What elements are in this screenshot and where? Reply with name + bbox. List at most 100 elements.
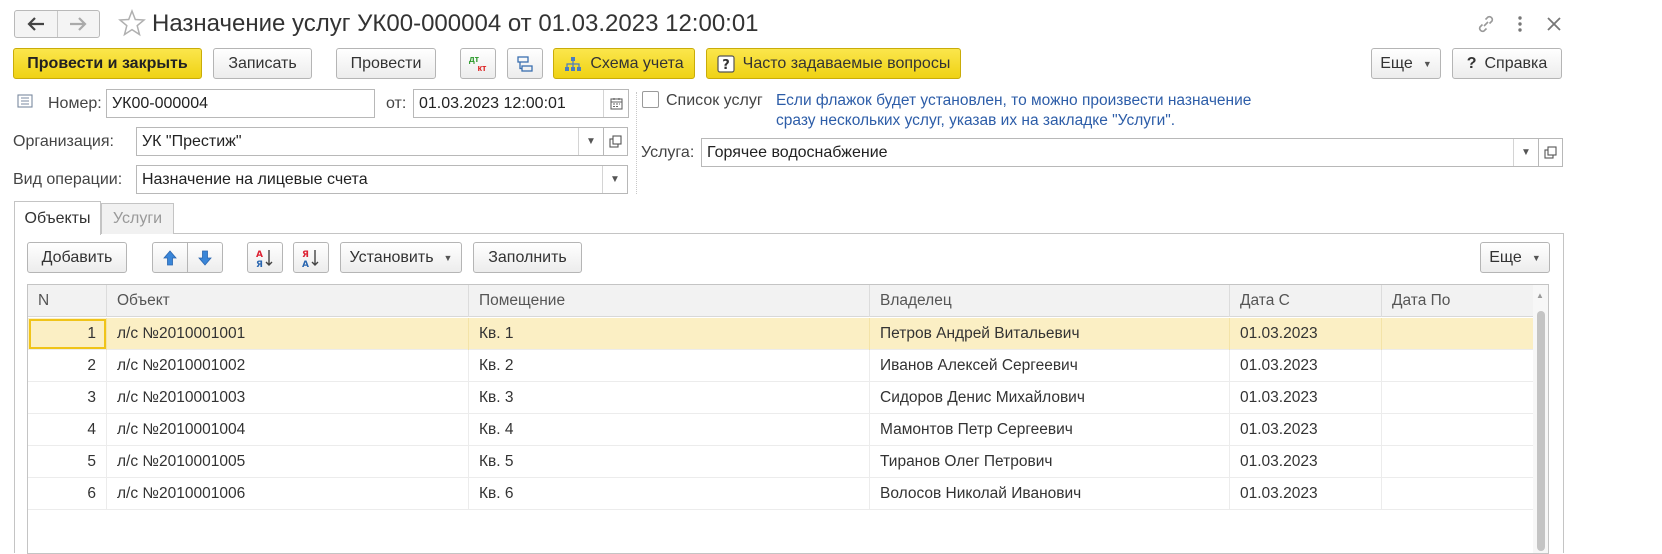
- cell-object[interactable]: л/с №2010001002: [107, 350, 469, 382]
- cell-date-to[interactable]: [1382, 414, 1534, 446]
- date-field[interactable]: 01.03.2023 12:00:01: [413, 89, 629, 118]
- cell-room[interactable]: Кв. 2: [469, 350, 870, 382]
- scroll-up-icon[interactable]: ▲: [1536, 291, 1544, 300]
- table-more-button[interactable]: Еще ▼: [1480, 242, 1550, 273]
- cell-n[interactable]: 6: [28, 478, 107, 510]
- cell-object[interactable]: л/с №2010001001: [107, 318, 469, 350]
- kebab-menu-icon[interactable]: [1508, 12, 1532, 36]
- cell-n[interactable]: 4: [28, 414, 107, 446]
- services-list-label: Список услуг: [666, 92, 763, 109]
- move-down-button[interactable]: [187, 242, 223, 273]
- cell-date-to[interactable]: [1382, 318, 1534, 350]
- link-icon[interactable]: [1474, 12, 1498, 36]
- chevron-down-icon[interactable]: ▼: [602, 166, 627, 193]
- operation-select[interactable]: Назначение на лицевые счета ▼: [136, 165, 628, 194]
- cell-room[interactable]: Кв. 6: [469, 478, 870, 510]
- faq-button[interactable]: ? Часто задаваемые вопросы: [706, 48, 961, 79]
- tab-services[interactable]: Услуги: [101, 203, 174, 234]
- cell-date-from[interactable]: 01.03.2023: [1230, 414, 1382, 446]
- group-separator: [636, 92, 637, 194]
- sort-descending-button[interactable]: ЯА: [293, 242, 329, 273]
- cell-room[interactable]: Кв. 4: [469, 414, 870, 446]
- hierarchy-icon: [517, 55, 533, 72]
- cell-owner[interactable]: Сидоров Денис Михайлович: [870, 382, 1230, 414]
- cell-n[interactable]: 3: [28, 382, 107, 414]
- move-up-button[interactable]: [152, 242, 188, 273]
- cell-object[interactable]: л/с №2010001003: [107, 382, 469, 414]
- column-header-date-from[interactable]: Дата С: [1230, 285, 1382, 317]
- svg-text:А: А: [302, 260, 309, 268]
- cell-date-from[interactable]: 01.03.2023: [1230, 382, 1382, 414]
- cell-room[interactable]: Кв. 3: [469, 382, 870, 414]
- column-header-n[interactable]: N: [28, 285, 107, 317]
- structure-button[interactable]: [507, 48, 543, 79]
- column-header-date-to[interactable]: Дата По: [1382, 285, 1534, 317]
- chevron-down-icon[interactable]: ▼: [1513, 139, 1538, 166]
- column-header-room[interactable]: Помещение: [469, 285, 870, 317]
- cell-date-from[interactable]: 01.03.2023: [1230, 446, 1382, 478]
- chevron-down-icon[interactable]: ▼: [578, 128, 603, 155]
- number-value: УК00-000004: [112, 94, 208, 112]
- forward-button[interactable]: [56, 11, 100, 37]
- column-header-object[interactable]: Объект: [107, 285, 469, 317]
- post-and-close-button[interactable]: Провести и закрыть: [13, 48, 202, 79]
- arrow-right-icon: [70, 17, 87, 31]
- cell-date-from[interactable]: 01.03.2023: [1230, 318, 1382, 350]
- open-window-icon: [609, 135, 622, 148]
- table-row[interactable]: 5 л/с №2010001005 Кв. 5 Тиранов Олег Пет…: [28, 446, 1534, 478]
- table-row[interactable]: 1 л/с №2010001001 Кв. 1 Петров Андрей Ви…: [28, 318, 1534, 350]
- cell-n[interactable]: 5: [28, 446, 107, 478]
- open-organization-button[interactable]: [604, 127, 628, 156]
- services-list-checkbox[interactable]: [642, 91, 659, 108]
- cell-date-from[interactable]: 01.03.2023: [1230, 350, 1382, 382]
- cell-owner[interactable]: Петров Андрей Витальевич: [870, 318, 1230, 350]
- dt-kt-button[interactable]: дт кт: [460, 48, 496, 79]
- table-scrollbar[interactable]: ▲: [1533, 285, 1548, 553]
- table-row[interactable]: 4 л/с №2010001004 Кв. 4 Мамонтов Петр Се…: [28, 414, 1534, 446]
- add-button[interactable]: Добавить: [27, 242, 127, 273]
- scrollbar-thumb[interactable]: [1537, 311, 1545, 551]
- cell-owner[interactable]: Мамонтов Петр Сергеевич: [870, 414, 1230, 446]
- calendar-icon[interactable]: [603, 90, 628, 117]
- cell-date-from[interactable]: 01.03.2023: [1230, 478, 1382, 510]
- accounting-scheme-button[interactable]: Схема учета: [553, 48, 695, 79]
- open-service-button[interactable]: [1539, 138, 1563, 167]
- services-list-hint: Если флажок будет установлен, то можно п…: [776, 91, 1251, 131]
- organization-value: УК "Престиж": [142, 132, 242, 150]
- favorite-star-icon[interactable]: [118, 8, 146, 37]
- column-header-owner[interactable]: Владелец: [870, 285, 1230, 317]
- organization-field[interactable]: УК "Престиж" ▼: [136, 127, 604, 156]
- table-row[interactable]: 2 л/с №2010001002 Кв. 2 Иванов Алексей С…: [28, 350, 1534, 382]
- cell-room[interactable]: Кв. 1: [469, 318, 870, 350]
- cell-room[interactable]: Кв. 5: [469, 446, 870, 478]
- post-button[interactable]: Провести: [336, 48, 436, 79]
- cell-n[interactable]: 2: [28, 350, 107, 382]
- save-button[interactable]: Записать: [213, 48, 312, 79]
- close-icon[interactable]: [1542, 12, 1566, 36]
- cell-date-to[interactable]: [1382, 478, 1534, 510]
- number-field[interactable]: УК00-000004: [106, 89, 375, 118]
- cell-date-to[interactable]: [1382, 350, 1534, 382]
- cell-owner[interactable]: Иванов Алексей Сергеевич: [870, 350, 1230, 382]
- open-window-icon: [1544, 146, 1557, 159]
- cell-owner[interactable]: Тиранов Олег Петрович: [870, 446, 1230, 478]
- set-button[interactable]: Установить ▼: [340, 242, 462, 273]
- svg-text:?: ?: [722, 58, 730, 73]
- table-row[interactable]: 6 л/с №2010001006 Кв. 6 Волосов Николай …: [28, 478, 1534, 510]
- cell-object[interactable]: л/с №2010001006: [107, 478, 469, 510]
- cell-n[interactable]: 1: [28, 318, 107, 350]
- table-row[interactable]: 3 л/с №2010001003 Кв. 3 Сидоров Денис Ми…: [28, 382, 1534, 414]
- help-button[interactable]: ? Справка: [1452, 48, 1562, 79]
- cell-owner[interactable]: Волосов Николай Иванович: [870, 478, 1230, 510]
- cell-object[interactable]: л/с №2010001004: [107, 414, 469, 446]
- sort-ascending-button[interactable]: АЯ: [247, 242, 283, 273]
- cell-date-to[interactable]: [1382, 446, 1534, 478]
- fill-button[interactable]: Заполнить: [473, 242, 582, 273]
- cell-object[interactable]: л/с №2010001005: [107, 446, 469, 478]
- back-button[interactable]: [15, 11, 57, 37]
- svg-text:Я: Я: [302, 250, 309, 260]
- cell-date-to[interactable]: [1382, 382, 1534, 414]
- tab-objects[interactable]: Объекты: [14, 201, 101, 235]
- more-button[interactable]: Еще ▼: [1371, 48, 1441, 79]
- service-field[interactable]: Горячее водоснабжение ▼: [701, 138, 1539, 167]
